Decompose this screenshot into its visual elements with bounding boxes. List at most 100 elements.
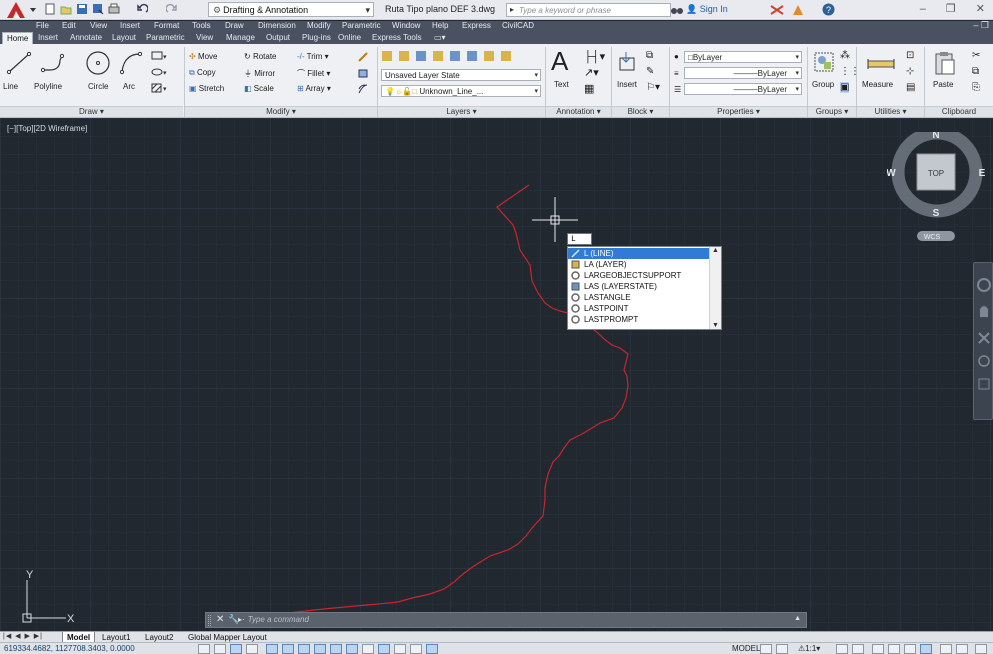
autocomplete-scrollbar[interactable]: ▲ ▼ (709, 247, 721, 329)
arc-label[interactable]: Arc (123, 82, 135, 91)
selection-cycling-icon[interactable] (410, 644, 422, 654)
lock-ui-icon[interactable] (888, 644, 900, 654)
block-panel-title[interactable]: Block ▾ (612, 106, 669, 117)
drawing-canvas[interactable]: [−][Top][2D Wireframe] TOP N S E W WCS Y… (0, 118, 993, 631)
status-bar-menu-icon[interactable] (940, 644, 952, 654)
quick-view-layouts-icon[interactable] (760, 644, 772, 654)
explode-icon[interactable] (357, 67, 369, 79)
pan-icon[interactable] (980, 306, 988, 317)
trim-button[interactable]: -/- Trim ▾ (297, 52, 329, 61)
showmotion-icon[interactable] (978, 378, 990, 390)
dynamic-input-field[interactable]: L (567, 233, 592, 245)
tab-online[interactable]: Online (338, 32, 361, 44)
polyline-label[interactable]: Polyline (34, 82, 62, 91)
object-snap-icon[interactable] (282, 644, 294, 654)
exchange-apps-icon[interactable] (770, 4, 784, 16)
rotate-button[interactable]: ↻ Rotate (244, 52, 277, 61)
group-selection-icon[interactable]: ▣ (840, 82, 850, 93)
zoom-extents-icon[interactable] (978, 332, 990, 344)
menu-window[interactable]: Window (392, 21, 420, 30)
annotation-panel-title[interactable]: Annotation ▾ (546, 106, 611, 117)
clipboard-panel-title[interactable]: Clipboard (925, 106, 993, 117)
workspace-selector[interactable]: ⚙ Drafting & Annotation ▾ (208, 2, 374, 17)
hatch-icon[interactable]: ▾ (150, 82, 168, 94)
snap-mode-icon[interactable] (214, 644, 226, 654)
ribbon-minimize-icon[interactable]: ▭▾ (434, 32, 446, 44)
polar-tracking-icon[interactable] (266, 644, 278, 654)
compass-north[interactable]: N (932, 132, 939, 141)
application-menu-button[interactable] (4, 0, 38, 20)
transparency-icon[interactable] (378, 644, 390, 654)
annotation-monitor-icon[interactable] (426, 644, 438, 654)
rectangle-icon[interactable]: ▾ (150, 50, 168, 62)
tab-insert[interactable]: Insert (38, 32, 58, 44)
menu-format[interactable]: Format (154, 21, 179, 30)
dimension-icon[interactable]: ├┤▾ (584, 50, 605, 63)
create-block-icon[interactable]: ⧉ (646, 50, 653, 61)
scale-button[interactable]: ◧ Scale (244, 84, 274, 93)
autodesk-360-icon[interactable] (791, 3, 805, 16)
circle-label[interactable]: Circle (88, 82, 108, 91)
object-snap-tracking-icon[interactable] (314, 644, 326, 654)
linetype-dropdown[interactable]: ———ByLayer ▾ (684, 67, 802, 79)
line-label[interactable]: Line (3, 82, 18, 91)
search-input[interactable]: ▸ Type a keyword or phrase (506, 3, 671, 17)
modify-panel-title[interactable]: Modify ▾ (185, 106, 377, 117)
menu-file[interactable]: File (36, 21, 49, 30)
line-icon[interactable] (6, 50, 32, 76)
match-properties-icon[interactable]: ● (674, 52, 679, 61)
menu-help[interactable]: Help (432, 21, 448, 30)
tab-express-tools[interactable]: Express Tools (372, 32, 422, 44)
table-icon[interactable]: ▦ (584, 82, 594, 95)
menu-modify[interactable]: Modify (307, 21, 331, 30)
utilities-panel-title[interactable]: Utilities ▾ (857, 106, 924, 117)
layers-panel-title[interactable]: Layers ▾ (378, 106, 545, 117)
measure-label[interactable]: Measure (862, 80, 893, 89)
autocomplete-item[interactable]: LASTANGLE (568, 292, 710, 303)
ungroup-icon[interactable]: ⁂ (840, 50, 850, 61)
isolate-objects-icon[interactable] (920, 644, 932, 654)
color-dropdown[interactable]: □ByLayer ▾ (684, 51, 802, 63)
chevron-down-icon[interactable]: ▼ (712, 322, 719, 329)
command-history-button[interactable]: ▲ (794, 615, 801, 622)
autocomplete-item[interactable]: LASTPROMPT (568, 314, 710, 325)
layer-tools-icon[interactable] (382, 50, 532, 63)
measure-icon[interactable] (866, 56, 896, 72)
tab-manage[interactable]: Manage (226, 32, 255, 44)
annotation-scale[interactable]: ⚠1:1▾ (798, 644, 820, 653)
undo-icon[interactable] (136, 3, 148, 15)
copy-with-basepoint-icon[interactable]: ⎘ (972, 82, 980, 93)
autocomplete-item[interactable]: L (LINE) (568, 248, 710, 259)
layer-state-dropdown[interactable]: Unsaved Layer State ▾ (381, 69, 541, 81)
move-button[interactable]: ✣ Move (189, 52, 218, 61)
close-icon[interactable]: ✕ (216, 614, 224, 625)
steering-wheel-icon[interactable] (977, 278, 991, 292)
ortho-mode-icon[interactable] (246, 644, 258, 654)
tab-parametric[interactable]: Parametric (146, 32, 185, 44)
compass-east[interactable]: E (979, 168, 986, 179)
orbit-icon[interactable] (978, 355, 990, 367)
layout-tab-navigation-icon[interactable]: |◀ ◀ ▶ ▶| (3, 632, 43, 640)
minimize-icon[interactable]: – (920, 3, 926, 15)
autocomplete-item[interactable]: LASTPOINT (568, 303, 710, 314)
drawing-window-controls-icon[interactable]: – ❐ (973, 20, 989, 31)
autocomplete-item[interactable]: LA (LAYER) (568, 259, 710, 270)
mirror-button[interactable]: ⏚ Mirror (244, 68, 275, 79)
circle-icon[interactable] (84, 49, 112, 77)
compass-south[interactable]: S (933, 208, 940, 219)
infer-constraints-icon[interactable] (198, 644, 210, 654)
insert-block-icon[interactable] (616, 50, 642, 76)
redo-icon[interactable] (166, 3, 178, 15)
workspace-switching-icon[interactable] (872, 644, 884, 654)
dynamic-input-icon[interactable] (346, 644, 358, 654)
insert-label[interactable]: Insert (617, 80, 637, 89)
calculator-icon[interactable]: ▤ (906, 82, 915, 93)
menu-draw[interactable]: Draw (225, 21, 244, 30)
menu-parametric[interactable]: Parametric (342, 21, 381, 30)
lineweight-display-icon[interactable] (362, 644, 374, 654)
plot-icon[interactable] (108, 3, 120, 15)
quick-select-icon[interactable]: ⊡ (906, 50, 914, 61)
polyline-icon[interactable] (40, 50, 66, 76)
menu-insert[interactable]: Insert (120, 21, 140, 30)
menu-tools[interactable]: Tools (192, 21, 211, 30)
